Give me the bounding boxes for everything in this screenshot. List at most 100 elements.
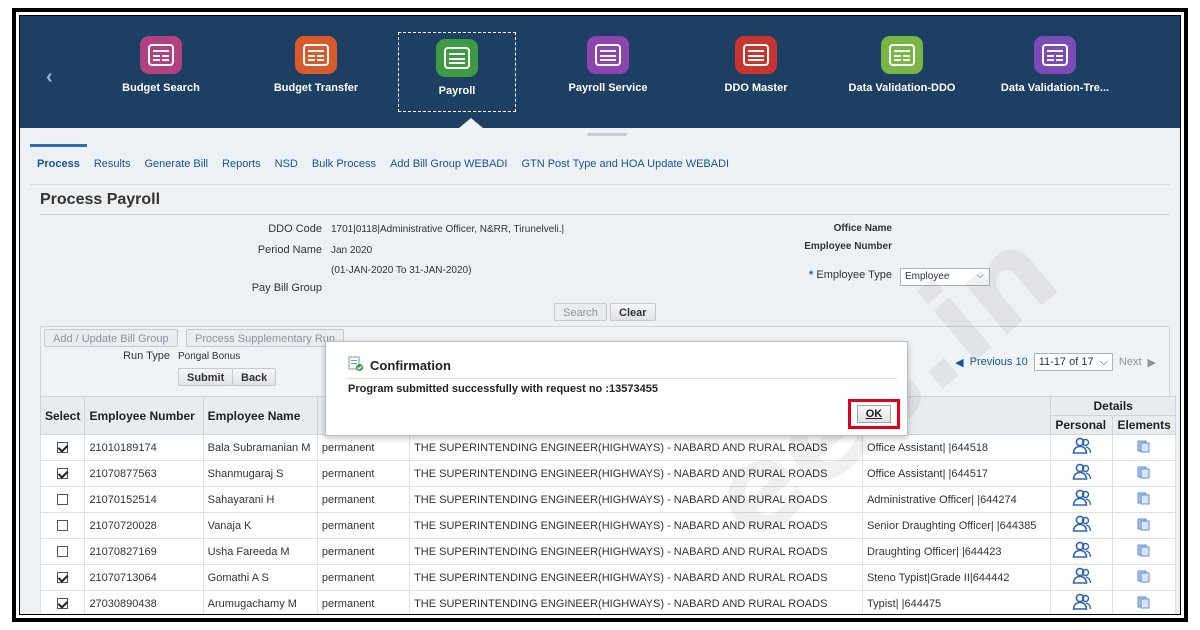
document-icon[interactable]	[1137, 595, 1151, 612]
people-icon[interactable]	[1072, 437, 1092, 458]
employee-name-cell: Vanaja K	[202, 512, 318, 539]
ok-button[interactable]: OK	[857, 405, 891, 423]
pay-bill-group-label: Pay Bill Group	[251, 282, 322, 294]
process-supplementary-run-button[interactable]: Process Supplementary Run	[186, 329, 345, 347]
people-icon[interactable]	[1072, 593, 1092, 614]
document-icon[interactable]	[1137, 491, 1151, 508]
employee-name-cell: Gomathi A S	[202, 564, 318, 591]
col-select: Select	[39, 396, 86, 435]
table-row: 21070827169 Usha Fareeda Mpermanent THE SU…	[39, 538, 1176, 565]
springboard-ddo-master[interactable]: DDO Master	[697, 30, 815, 110]
springboard-collapse-handle[interactable]	[587, 133, 627, 136]
row-select-checkbox[interactable]	[57, 546, 69, 558]
springboard-label: Budget Transfer	[273, 82, 359, 94]
document-icon[interactable]	[1137, 569, 1151, 586]
employee-name-cell: Bala Subramanian M	[202, 434, 318, 461]
dialog-title-wrap: Confirmation	[348, 356, 451, 375]
tab-nsd[interactable]: NSD	[268, 144, 305, 184]
elements-cell	[1112, 486, 1176, 513]
search-button[interactable]: Search	[554, 303, 607, 321]
springboard-label: Data Validation-Tre...	[1000, 82, 1110, 94]
people-icon[interactable]	[1072, 463, 1092, 484]
springboard-data-validation-ddo[interactable]: Data Validation-DDO	[843, 30, 961, 110]
springboard-budget-transfer[interactable]: Budget Transfer	[257, 30, 375, 110]
title-divider	[40, 214, 1170, 215]
tab-add-bill-group-webadi[interactable]: Add Bill Group WEBADI	[383, 144, 514, 184]
position-cell: Administrative Officer| |644274	[861, 486, 1052, 513]
range-select[interactable]: 11-17 of 17 ⌵	[1033, 353, 1113, 371]
people-icon[interactable]	[1072, 489, 1092, 510]
personal-cell	[1050, 590, 1114, 614]
elements-cell	[1112, 564, 1176, 591]
document-icon[interactable]	[1137, 517, 1151, 534]
position-cell: Typist| |644475	[861, 590, 1052, 614]
pagination: ◀ Previous 10 11-17 of 17 ⌵ Next ▶	[955, 353, 1156, 371]
office-cell: THE SUPERINTENDING ENGINEER(HIGHWAYS) - …	[409, 486, 863, 513]
back-button[interactable]: Back	[232, 368, 277, 386]
run-type-label: Run Type	[123, 350, 170, 362]
chevron-left-icon[interactable]: ‹	[46, 66, 53, 89]
status-cell: permanent	[316, 460, 411, 487]
row-select-checkbox[interactable]	[57, 468, 69, 480]
page-title: Process Payroll	[40, 191, 161, 208]
row-select-checkbox[interactable]	[57, 520, 69, 532]
employee-table-body: 21010189174 Bala Subramanian Mpermanent TH…	[39, 434, 1176, 614]
position-cell: Draughting Officer| |644423	[861, 538, 1052, 565]
tab-bulk-process[interactable]: Bulk Process	[305, 144, 383, 184]
document-icon[interactable]	[1137, 465, 1151, 482]
springboard-payroll[interactable]: Payroll	[398, 32, 516, 112]
next-arrow-icon: ▶	[1147, 356, 1156, 369]
row-select-checkbox[interactable]	[57, 442, 69, 454]
springboard-budget-search[interactable]: Budget Search	[102, 30, 220, 110]
office-cell: THE SUPERINTENDING ENGINEER(HIGHWAYS) - …	[409, 512, 863, 539]
people-icon[interactable]	[1072, 515, 1092, 536]
select-cell	[39, 434, 86, 461]
table-row: 27030890438 Arumugachamy Mpermanent THE SU…	[39, 590, 1176, 614]
row-select-checkbox[interactable]	[57, 598, 69, 610]
document-icon[interactable]	[1137, 439, 1151, 456]
status-cell: permanent	[316, 538, 411, 565]
employee-type-select[interactable]: Employee ⌵	[900, 268, 990, 286]
table-row: 21070720028 Vanaja Kpermanent THE SUPERINT…	[39, 512, 1176, 539]
row-select-checkbox[interactable]	[57, 572, 69, 584]
office-cell: THE SUPERINTENDING ENGINEER(HIGHWAYS) - …	[409, 564, 863, 591]
people-icon[interactable]	[1072, 541, 1092, 562]
tab-reports[interactable]: Reports	[215, 144, 268, 184]
position-cell: Steno Typist|Grade II|644442	[861, 564, 1052, 591]
position-cell: Office Assistant| |644517	[861, 460, 1052, 487]
submit-button[interactable]: Submit	[178, 368, 234, 386]
employee-name-cell: Arumugachamy M	[202, 590, 318, 614]
clear-button[interactable]: Clear	[610, 303, 656, 321]
tab-generate-bill[interactable]: Generate Bill	[138, 144, 216, 184]
period-name-label: Period Name	[257, 244, 322, 256]
position-cell: Senior Draughting Officer| |644385	[861, 512, 1052, 539]
selected-pointer	[459, 118, 483, 128]
tab-results[interactable]: Results	[87, 144, 138, 184]
document-icon[interactable]	[1137, 543, 1151, 560]
elements-cell	[1112, 434, 1176, 461]
dialog-message: Program submitted successfully with requ…	[348, 383, 658, 395]
ddo-code-label: DDO Code	[268, 223, 322, 235]
select-cell	[39, 590, 86, 614]
springboard: ‹ Budget Search Budget Transfer Payroll …	[20, 16, 1180, 128]
table-row: 21010189174 Bala Subramanian Mpermanent TH…	[39, 434, 1176, 461]
previous-link[interactable]: Previous 10	[970, 356, 1028, 368]
ddo-code-value: 1701|0118|Administrative Officer, N&RR, …	[331, 224, 565, 235]
col-employee-number: Employee Number	[84, 396, 204, 435]
period-name-value: Jan 2020	[331, 245, 373, 256]
data-validation-treasury-icon	[1034, 36, 1076, 74]
select-cell	[39, 512, 86, 539]
add-update-bill-group-button[interactable]: Add / Update Bill Group	[44, 329, 178, 347]
select-cell	[39, 538, 86, 565]
tab-gtn-post-type[interactable]: GTN Post Type and HOA Update WEBADI	[514, 144, 736, 184]
table-row: 21070877563 Shanmugaraj Spermanent THE SUP…	[39, 460, 1176, 487]
springboard-data-validation-treasury[interactable]: Data Validation-Tre...	[996, 30, 1114, 110]
people-icon[interactable]	[1072, 567, 1092, 588]
office-cell: THE SUPERINTENDING ENGINEER(HIGHWAYS) - …	[409, 434, 863, 461]
status-cell: permanent	[316, 590, 411, 614]
elements-cell	[1112, 590, 1176, 614]
row-select-checkbox[interactable]	[57, 494, 69, 506]
springboard-payroll-service[interactable]: Payroll Service	[549, 30, 667, 110]
tab-process[interactable]: Process	[30, 144, 87, 184]
next-link[interactable]: Next	[1119, 356, 1142, 368]
